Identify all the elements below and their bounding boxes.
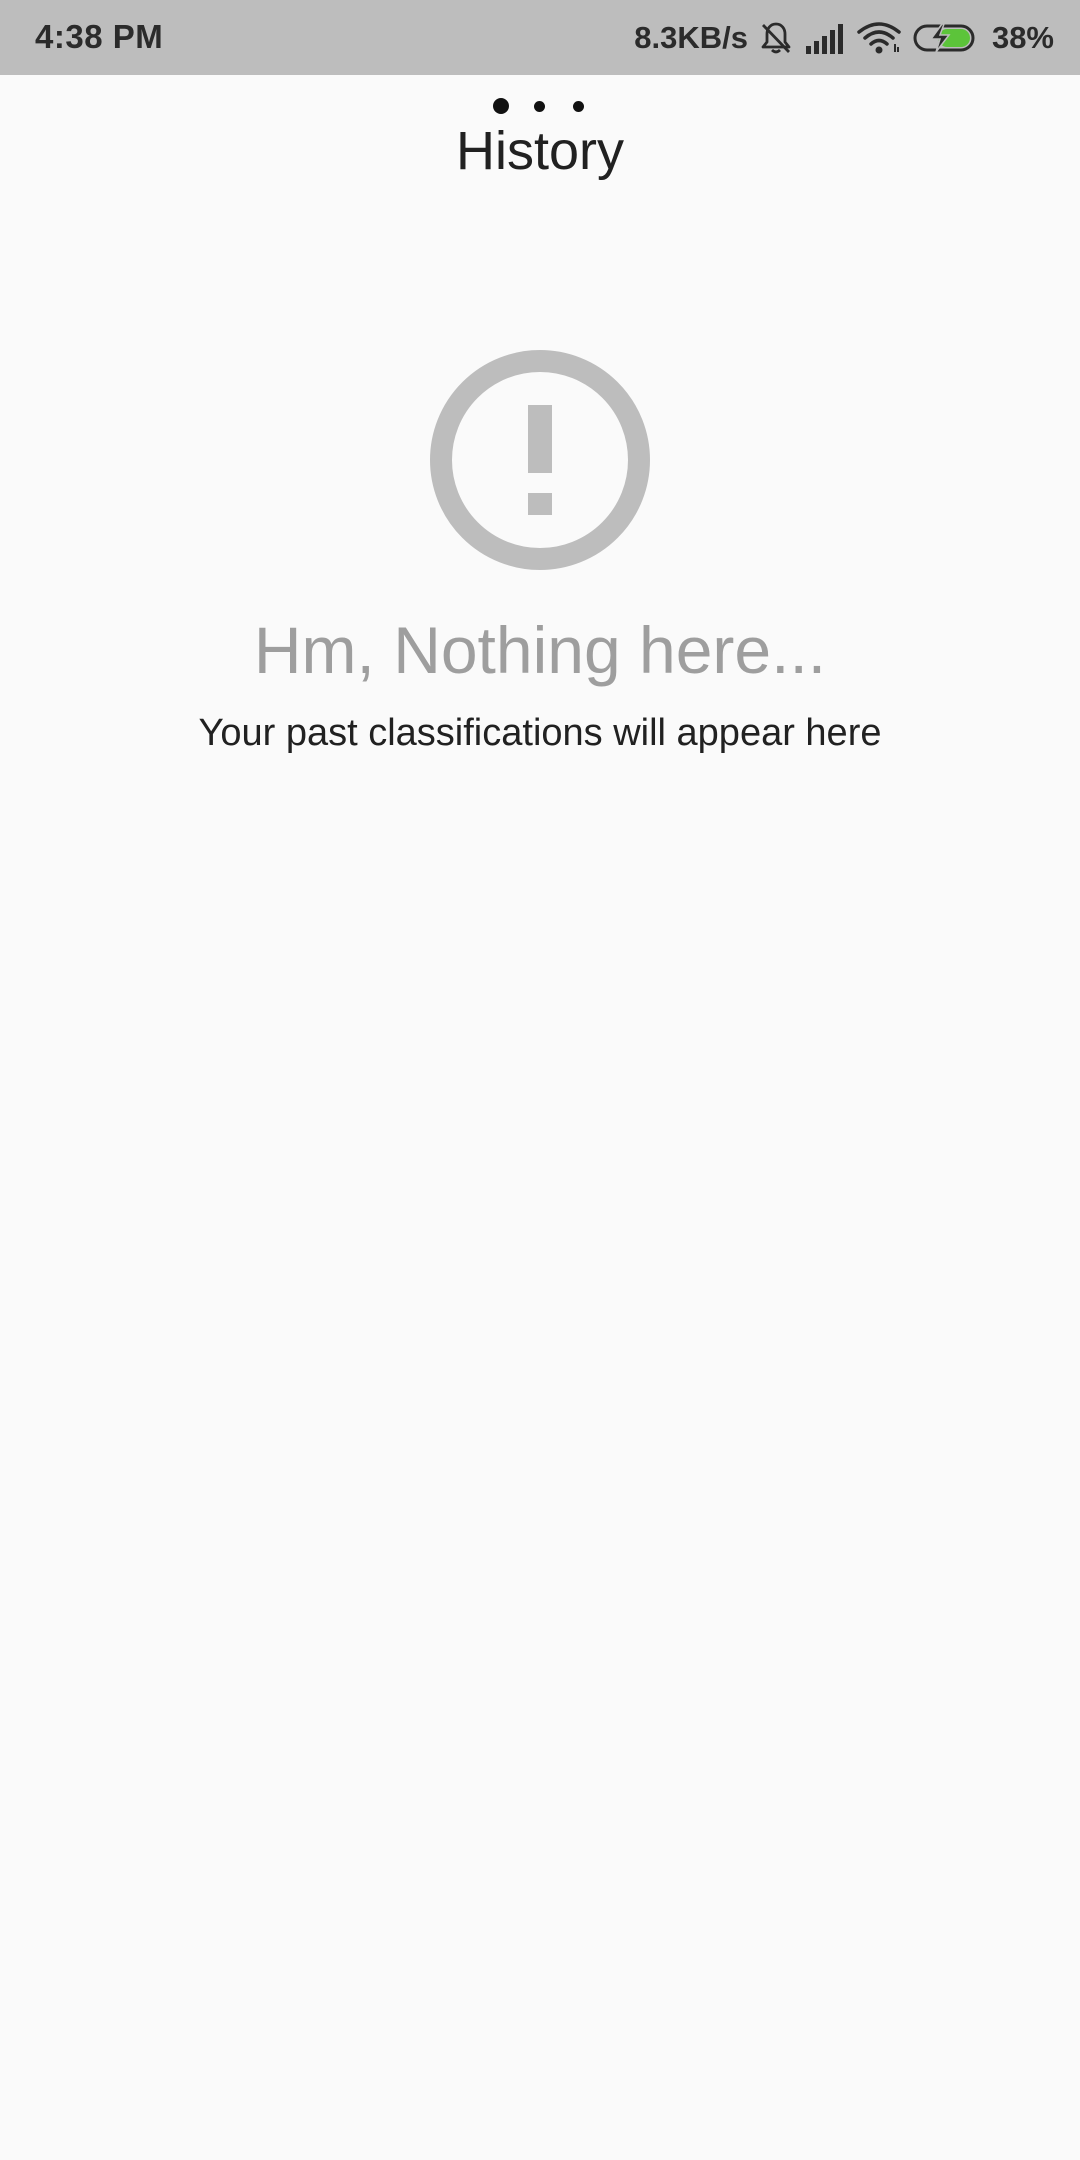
wifi-icon: [856, 20, 902, 56]
page-dot-active[interactable]: [493, 98, 509, 114]
status-time: 4:38 PM: [35, 18, 164, 55]
battery-charging-icon: [912, 20, 980, 56]
battery-percent: 38%: [991, 19, 1054, 55]
alert-circle-icon: [430, 350, 650, 570]
signal-icon: [804, 20, 846, 56]
empty-state-subtitle: Your past classifications will appear he…: [198, 712, 882, 754]
status-bar: 4:38 PM 8.3KB/s 38%: [0, 0, 1080, 75]
status-icons: 8.3KB/s 38%: [634, 0, 1054, 75]
page-indicator: [0, 96, 1080, 116]
page-title: History: [455, 121, 624, 181]
page-dot[interactable]: [573, 101, 584, 112]
bell-muted-icon: [758, 20, 794, 56]
network-speed: 8.3KB/s: [634, 19, 748, 55]
page-dot[interactable]: [534, 101, 545, 112]
empty-state-title: Hm, Nothing here...: [253, 613, 827, 687]
screen: 4:38 PM 8.3KB/s 38% History Hm, Nothing …: [0, 0, 1080, 2160]
